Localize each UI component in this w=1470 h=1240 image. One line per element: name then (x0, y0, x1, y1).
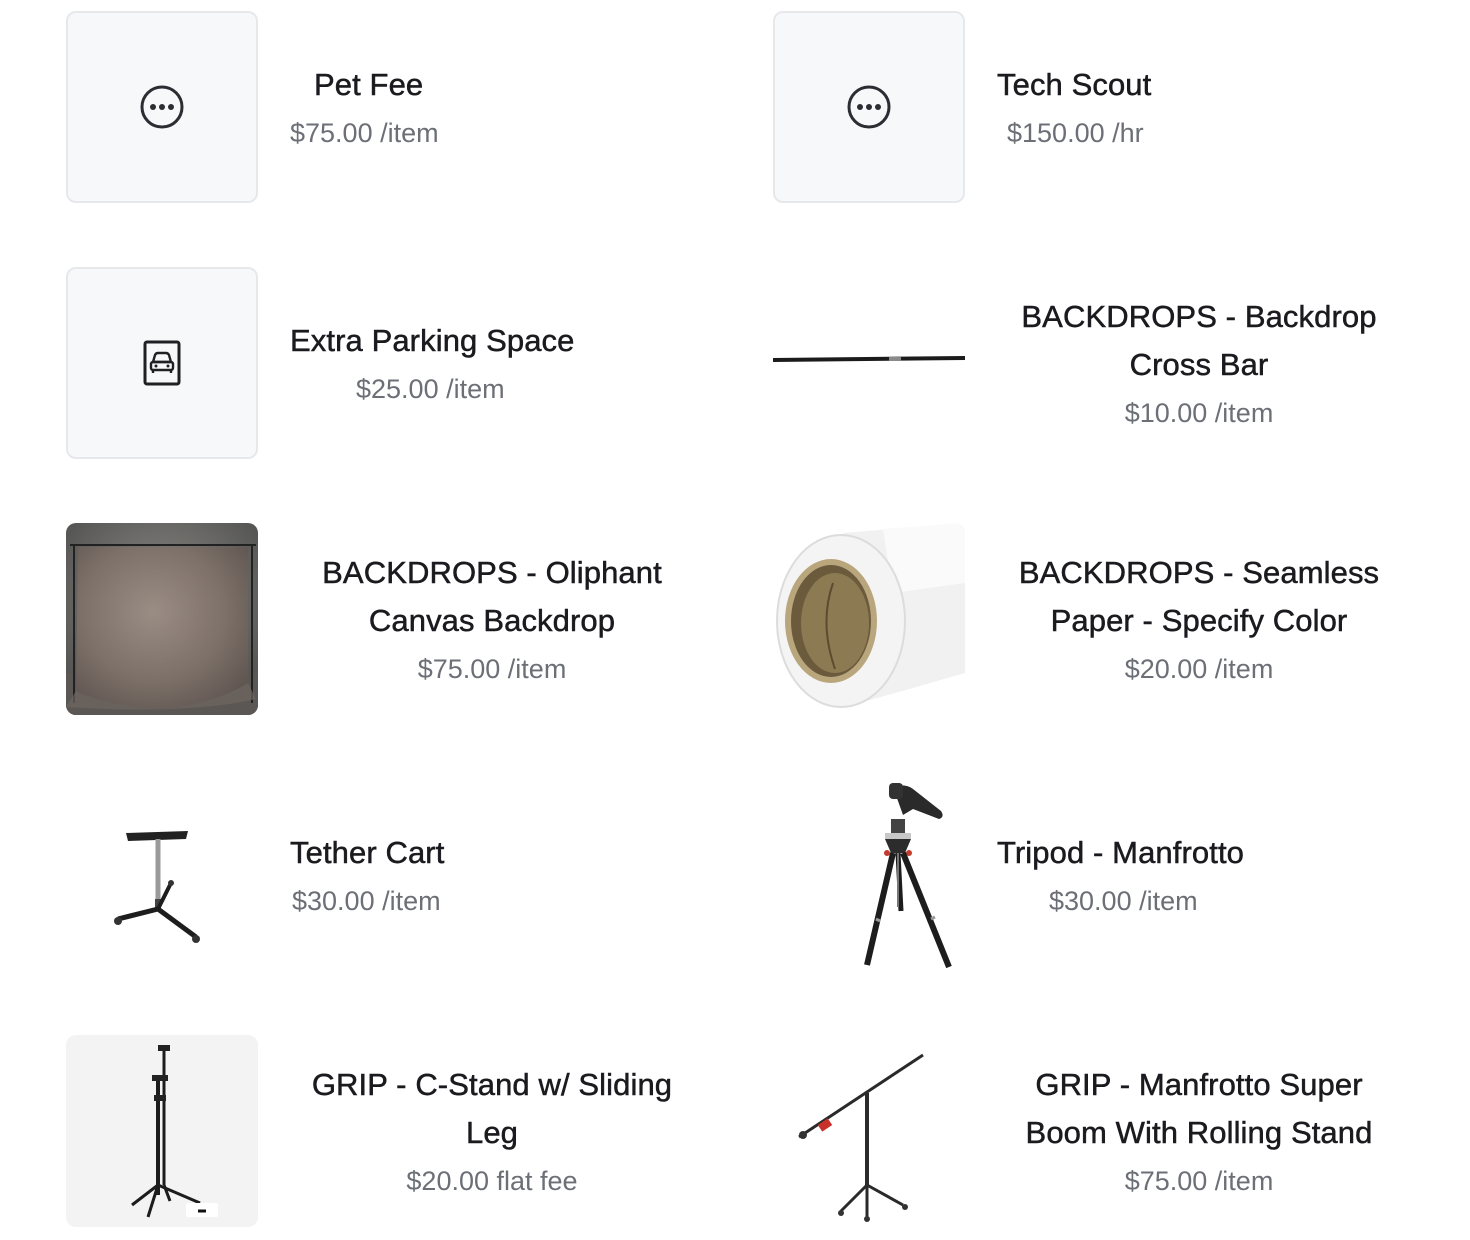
c-stand-image (131, 1045, 218, 1218)
product-info: Extra Parking Space $25.00 /item (290, 267, 694, 459)
product-price: $75.00 /item (290, 113, 439, 153)
tether-cart-image (114, 831, 200, 943)
product-title: GRIP - C-Stand w/ Sliding Leg (311, 1067, 673, 1151)
more-icon (847, 85, 891, 129)
product-info: GRIP - Manfrotto Super Boom With Rolling… (997, 1035, 1401, 1227)
price-amount: $30.00 (1049, 886, 1132, 916)
price-unit: /item (446, 374, 505, 404)
product-card-tether-cart[interactable]: Tether Cart $30.00 /item (66, 779, 726, 971)
product-price: $20.00 flat fee (406, 1161, 577, 1201)
price-amount: $30.00 (292, 886, 375, 916)
product-info: BACKDROPS - Oliphant Canvas Backdrop $75… (290, 523, 694, 715)
price-amount: $150.00 (1007, 118, 1105, 148)
product-card-c-stand[interactable]: GRIP - C-Stand w/ Sliding Leg $20.00 fla… (66, 1035, 726, 1227)
product-title: Tether Cart (290, 835, 445, 871)
product-card-super-boom[interactable]: GRIP - Manfrotto Super Boom With Rolling… (773, 1035, 1433, 1227)
price-amount: $20.00 (1124, 654, 1208, 684)
product-price: $75.00 /item (1125, 1161, 1274, 1201)
product-title: Extra Parking Space (290, 323, 575, 359)
product-card-backdrop-cross-bar[interactable]: BACKDROPS - Backdrop Cross Bar $10.00 /i… (773, 267, 1433, 459)
product-card-tech-scout[interactable]: Tech Scout $150.00 /hr (773, 11, 1433, 203)
product-price: $150.00 /hr (1007, 113, 1144, 153)
product-thumbnail (773, 1035, 965, 1227)
product-card-seamless-paper[interactable]: BACKDROPS - Seamless Paper - Specify Col… (773, 523, 1433, 715)
product-title: BACKDROPS - Seamless Paper - Specify Col… (1018, 555, 1380, 639)
product-card-oliphant-canvas-backdrop[interactable]: BACKDROPS - Oliphant Canvas Backdrop $75… (66, 523, 726, 715)
product-thumbnail (66, 11, 258, 203)
product-info: Tripod - Manfrotto $30.00 /item (997, 779, 1401, 971)
product-info: BACKDROPS - Backdrop Cross Bar $10.00 /i… (997, 267, 1401, 459)
product-thumbnail (66, 523, 258, 715)
product-info: GRIP - C-Stand w/ Sliding Leg $20.00 fla… (290, 1035, 694, 1227)
product-info: BACKDROPS - Seamless Paper - Specify Col… (997, 523, 1401, 715)
price-unit: /item (1214, 654, 1274, 684)
parking-car-icon (143, 340, 181, 386)
product-card-tripod-manfrotto[interactable]: Tripod - Manfrotto $30.00 /item (773, 779, 1433, 971)
product-card-extra-parking-space[interactable]: Extra Parking Space $25.00 /item (66, 267, 726, 459)
product-title: BACKDROPS - Oliphant Canvas Backdrop (322, 555, 662, 639)
cross-bar-image (773, 356, 965, 362)
product-card-pet-fee[interactable]: Pet Fee $75.00 /item (66, 11, 726, 203)
price-amount: $75.00 (1124, 1166, 1208, 1196)
price-unit: /item (1214, 1166, 1274, 1196)
price-unit: /hr (1112, 118, 1144, 148)
price-unit: /item (1214, 398, 1274, 428)
price-unit: /item (380, 118, 439, 148)
product-price: $25.00 /item (356, 369, 505, 409)
product-title: BACKDROPS - Backdrop Cross Bar (1021, 299, 1377, 383)
product-price: $10.00 /item (1125, 393, 1274, 433)
product-title: Tech Scout (997, 67, 1152, 103)
product-title: Pet Fee (314, 67, 424, 103)
product-info: Tech Scout $150.00 /hr (997, 11, 1401, 203)
tripod-image (864, 783, 952, 969)
product-price: $20.00 /item (1125, 649, 1274, 689)
product-thumbnail (773, 267, 965, 459)
product-price: $30.00 /item (292, 881, 441, 921)
paper-roll-image (773, 523, 965, 715)
product-price: $30.00 /item (1049, 881, 1198, 921)
product-title: GRIP - Manfrotto Super Boom With Rolling… (1025, 1067, 1373, 1151)
price-amount: $25.00 (356, 374, 439, 404)
product-thumbnail (66, 779, 258, 971)
product-thumbnail (66, 1035, 258, 1227)
price-unit: flat fee (496, 1166, 578, 1196)
product-thumbnail (773, 523, 965, 715)
product-info: Pet Fee $75.00 /item (290, 11, 694, 203)
product-price: $75.00 /item (418, 649, 567, 689)
product-thumbnail (773, 11, 965, 203)
more-icon (140, 85, 184, 129)
price-unit: /item (382, 886, 441, 916)
price-amount: $75.00 (417, 654, 501, 684)
product-info: Tether Cart $30.00 /item (290, 779, 694, 971)
price-unit: /item (507, 654, 567, 684)
boom-stand-image (798, 1053, 924, 1222)
product-thumbnail (66, 267, 258, 459)
price-amount: $20.00 (406, 1166, 489, 1196)
product-thumbnail (773, 779, 965, 971)
price-amount: $10.00 (1124, 398, 1208, 428)
price-amount: $75.00 (290, 118, 373, 148)
product-title: Tripod - Manfrotto (997, 835, 1245, 871)
canvas-backdrop-image (66, 523, 258, 715)
price-unit: /item (1139, 886, 1198, 916)
product-grid: Pet Fee $75.00 /item Tech Scout $150.00 … (0, 0, 1470, 1240)
